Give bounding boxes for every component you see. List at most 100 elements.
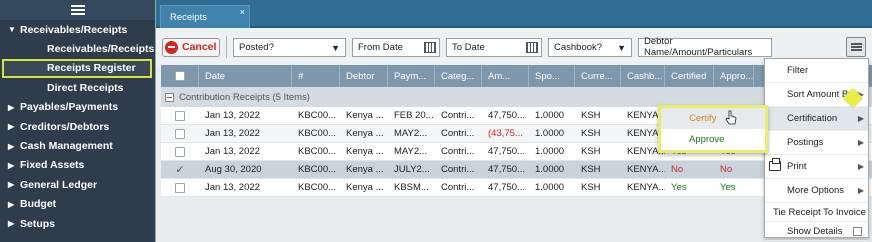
- table-cell: Jan 13, 2022: [205, 182, 260, 193]
- actions-menu-button[interactable]: [846, 37, 866, 57]
- column-header-spot[interactable]: Spo...: [529, 65, 575, 87]
- table-cell: 1.0000: [535, 182, 565, 193]
- menu-item-label: Certify: [689, 113, 717, 124]
- from-date-field[interactable]: From Date: [352, 37, 440, 57]
- table-cell: JULY2...: [394, 164, 430, 175]
- to-date-placeholder: To Date: [452, 41, 485, 53]
- cancel-button[interactable]: Cancel: [162, 37, 220, 57]
- sidebar-subitem-direct-receipts[interactable]: Direct Receipts: [0, 78, 155, 97]
- select-all-checkbox[interactable]: [174, 71, 185, 81]
- sidebar-item-label: Creditors/Debtors: [20, 120, 110, 133]
- table-cell: Contri...: [441, 128, 475, 139]
- table-cell: Kenya ...: [346, 146, 384, 157]
- collapse-icon[interactable]: [165, 92, 174, 102]
- search-input[interactable]: Debtor Name/Amount/Particulars: [638, 36, 772, 58]
- menu-item-certification[interactable]: Certification ▶: [765, 107, 868, 131]
- menu-item-print[interactable]: Print ▶: [765, 155, 868, 179]
- row-checkbox[interactable]: [175, 146, 185, 157]
- column-header-debtor[interactable]: Debtor: [340, 65, 388, 87]
- sidebar-item-setups[interactable]: ▶ Setups: [0, 214, 155, 233]
- column-header-category[interactable]: Categ...: [435, 65, 482, 87]
- table-cell: KSH: [581, 128, 601, 139]
- posted-value: Posted?: [239, 41, 274, 53]
- sidebar-item-cash-management[interactable]: ▶ Cash Management: [0, 136, 155, 155]
- column-header-amount[interactable]: Am...: [482, 65, 529, 87]
- menu-item-more-options[interactable]: More Options ▶: [765, 179, 868, 203]
- row-checkbox[interactable]: [175, 110, 185, 121]
- sidebar-item-label: Receivables/Receipts: [20, 23, 128, 36]
- calendar-icon[interactable]: [424, 41, 436, 53]
- column-header-certified[interactable]: Certified: [665, 65, 714, 87]
- table-cell: KSH: [581, 164, 601, 175]
- table-cell: Contri...: [441, 110, 475, 121]
- sidebar: ▼ Receivables/Receipts Receivables/Recei…: [0, 0, 155, 242]
- menu-item-label: Tie Receipt To Invoice: [773, 206, 866, 218]
- sidebar-item-label: Fixed Assets: [20, 159, 85, 172]
- menu-item-label: Show Details: [787, 225, 843, 237]
- cashbook-select[interactable]: Cashbook? ▼: [548, 37, 632, 57]
- column-header-approved[interactable]: Appro...: [714, 65, 754, 87]
- cancel-label: Cancel: [182, 41, 217, 53]
- table-cell: KSH: [581, 110, 601, 121]
- row-select-cell: [161, 179, 199, 196]
- row-select-cell: [161, 125, 199, 142]
- menu-item-tie-receipt[interactable]: Tie Receipt To Invoice: [765, 203, 868, 222]
- menu-icon: [850, 46, 862, 48]
- row-checkbox[interactable]: [175, 128, 185, 139]
- table-cell: KENYA...: [627, 164, 665, 175]
- row-select-cell: ✓: [161, 161, 199, 178]
- tab-bar: Receipts ×: [156, 0, 872, 28]
- table-cell: MAY2...: [394, 146, 428, 157]
- group-label: Contribution Receipts (5 Items): [179, 91, 310, 103]
- chevron-right-icon: ▶: [8, 102, 15, 112]
- calendar-icon[interactable]: [526, 41, 538, 53]
- tab-receipts[interactable]: Receipts ×: [160, 5, 250, 28]
- table-cell: Jan 13, 2022: [205, 128, 260, 139]
- close-icon[interactable]: ×: [240, 7, 245, 17]
- checkbox-icon[interactable]: [853, 226, 862, 236]
- table-cell: Kenya ...: [346, 110, 384, 121]
- table-cell: Contri...: [441, 146, 475, 157]
- menu-item-filter[interactable]: Filter: [765, 59, 868, 83]
- table-cell: Kenya ...: [346, 128, 384, 139]
- sidebar-item-payables-payments[interactable]: ▶ Payables/Payments: [0, 98, 155, 117]
- row-checkbox[interactable]: [175, 182, 185, 193]
- sidebar-item-budget[interactable]: ▶ Budget: [0, 195, 155, 214]
- menu-item-show-details[interactable]: Show Details: [765, 222, 868, 241]
- main-panel: Receipts × Cancel Posted? ▼ From Date To…: [155, 0, 872, 242]
- table-cell: (43,75...: [488, 128, 523, 139]
- printer-icon: [769, 158, 781, 171]
- menu-item-label: Filter: [787, 65, 809, 76]
- menu-item-postings[interactable]: Postings ▶: [765, 131, 868, 155]
- menu-item-approve[interactable]: Approve: [661, 129, 765, 150]
- menu-item-certify[interactable]: Certify: [661, 108, 765, 129]
- hamburger-menu-icon[interactable]: [0, 0, 155, 20]
- sidebar-item-receivables-receipts[interactable]: ▼ Receivables/Receipts: [0, 20, 155, 39]
- sidebar-subitem-receivables-receipts[interactable]: Receivables/Receipts: [0, 39, 155, 58]
- sidebar-item-general-ledger[interactable]: ▶ General Ledger: [0, 175, 155, 194]
- posted-select[interactable]: Posted? ▼: [233, 37, 346, 57]
- table-cell: 47,750...: [488, 110, 525, 121]
- table-cell: Kenya ...: [346, 164, 384, 175]
- column-header-payment[interactable]: Paym...: [388, 65, 435, 87]
- column-header-currency[interactable]: Curre...: [575, 65, 621, 87]
- chevron-right-icon: ▶: [8, 219, 15, 229]
- chevron-down-icon: ▼: [617, 42, 626, 53]
- to-date-field[interactable]: To Date: [446, 37, 542, 57]
- table-cell: KBC00...: [298, 164, 337, 175]
- table-cell: Contri...: [441, 164, 475, 175]
- table-cell: KBC00...: [298, 146, 337, 157]
- table-cell: Yes: [720, 182, 736, 193]
- sidebar-item-fixed-assets[interactable]: ▶ Fixed Assets: [0, 156, 155, 175]
- sidebar-item-label: Receivables/Receipts: [47, 43, 155, 56]
- table-cell: KBC00...: [298, 182, 337, 193]
- column-header-cashbook[interactable]: Cashb...: [621, 65, 665, 87]
- chevron-right-icon: ▶: [8, 122, 15, 132]
- sidebar-subitem-receipts-register[interactable]: Receipts Register: [2, 58, 152, 79]
- table-cell: 1.0000: [535, 110, 565, 121]
- sidebar-item-creditors-debtors[interactable]: ▶ Creditors/Debtors: [0, 117, 155, 136]
- column-header-date[interactable]: Date: [199, 65, 292, 87]
- column-header-number[interactable]: #: [292, 65, 340, 87]
- chevron-right-icon: ▶: [857, 114, 864, 123]
- checkmark-icon[interactable]: ✓: [175, 163, 184, 176]
